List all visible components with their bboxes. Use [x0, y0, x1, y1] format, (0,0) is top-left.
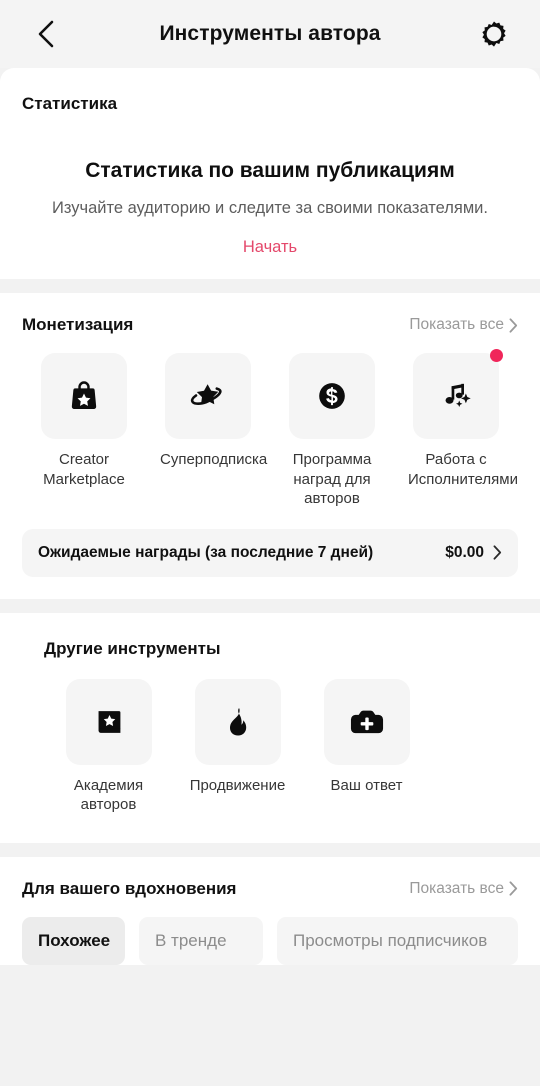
inspiration-tab-similar[interactable]: Похожее — [22, 916, 125, 965]
tile-label: Creator Marketplace — [43, 451, 125, 488]
tile-icon-box — [41, 353, 127, 440]
chevron-right-icon — [509, 881, 518, 896]
tile-icon-box — [194, 678, 281, 765]
music-note-sparkle-icon — [445, 384, 471, 408]
inspiration-tab-trending[interactable]: В тренде — [139, 916, 263, 965]
section-divider — [0, 279, 540, 294]
monetization-show-all-label: Показать все — [409, 316, 504, 334]
section-divider — [0, 598, 540, 613]
statistics-empty-subtitle: Изучайте аудиторию и следите за своими п… — [52, 199, 488, 218]
expected-rewards-label: Ожидаемые награды (за последние 7 дней) — [38, 543, 374, 561]
star-orbit-icon — [190, 384, 222, 406]
tile-icon-box — [323, 678, 410, 765]
expected-rewards-value: $0.00 — [445, 543, 484, 561]
inspiration-tab-follower-views[interactable]: Просмотры подписчиков — [277, 916, 518, 965]
chevron-right-icon — [509, 318, 518, 333]
statistics-card: Статистика Статистика по вашим публикаци… — [0, 68, 540, 280]
statistics-section-label: Статистика — [22, 94, 118, 113]
other-tools-tile-your-answer[interactable]: Ваш ответ — [302, 678, 431, 815]
chevron-left-icon — [38, 20, 54, 48]
monetization-tiles: Creator Marketplace Суперподписка Програ… — [22, 349, 518, 509]
tile-icon-box — [65, 678, 152, 765]
book-star-icon — [98, 710, 120, 733]
statistics-empty-state: Статистика по вашим публикациям Изучайте… — [22, 114, 518, 257]
tile-label: Продвижение — [189, 776, 286, 794]
inspiration-header: Для вашего вдохновения Показать все — [22, 879, 518, 899]
expected-rewards-row[interactable]: Ожидаемые награды (за последние 7 дней) … — [22, 528, 518, 577]
statistics-empty-title: Статистика по вашим публикациям — [85, 159, 455, 182]
page-title: Инструменты автора — [159, 22, 381, 45]
other-tools-tile-creator-academy[interactable]: Академия авторов — [44, 678, 173, 815]
tile-icon-box — [413, 349, 503, 440]
monetization-header: Монетизация Показать все — [22, 315, 518, 335]
statistics-start-link[interactable]: Начать — [22, 238, 518, 257]
chevron-right-icon — [493, 545, 502, 560]
other-tools-tile-promote[interactable]: Продвижение — [173, 678, 302, 815]
monetization-title: Монетизация — [22, 315, 134, 335]
tile-label: Работа с Исполнителями — [408, 451, 518, 488]
other-tools-title: Другие инструменты — [44, 638, 221, 658]
tile-label: Ваш ответ — [330, 776, 403, 794]
tile-label: Суперподписка — [160, 451, 268, 469]
shopping-bag-star-icon — [71, 381, 97, 410]
expected-rewards-value-group: $0.00 — [445, 544, 502, 562]
monetization-tile-work-with-artists[interactable]: Работа с Исполнителями — [394, 349, 518, 509]
monetization-tile-creator-marketplace[interactable]: Creator Marketplace — [22, 353, 146, 509]
tile-icon-box — [289, 353, 375, 440]
section-divider — [0, 842, 540, 857]
tile-icon-box — [165, 353, 251, 440]
other-tools-tiles: Академия авторов Продвижение Ваш ответ — [44, 678, 518, 815]
monetization-tile-super-subscription[interactable]: Суперподписка — [146, 353, 270, 509]
monetization-card: Монетизация Показать все Creator Marketp… — [0, 293, 540, 599]
tile-label: Программа наград для авторов — [292, 451, 372, 508]
app-header: Инструменты автора — [0, 0, 540, 68]
inspiration-tabs: Похожее В тренде Просмотры подписчиков — [22, 916, 518, 965]
monetization-show-all-button[interactable]: Показать все — [409, 316, 518, 334]
notification-badge-dot — [490, 349, 503, 363]
inspiration-title: Для вашего вдохновения — [22, 878, 237, 898]
inspiration-show-all-label: Показать все — [409, 879, 504, 897]
gear-icon — [482, 21, 506, 47]
settings-button[interactable] — [474, 14, 514, 54]
creator-tools-screen: Инструменты автора Статистика Статистика… — [0, 0, 540, 1086]
inspiration-show-all-button[interactable]: Показать все — [409, 880, 518, 898]
inspiration-card: Для вашего вдохновения Показать все Похо… — [0, 856, 540, 965]
camera-plus-icon — [350, 710, 383, 733]
tile-label: Академия авторов — [73, 776, 144, 814]
back-button[interactable] — [26, 14, 66, 54]
dollar-coin-icon — [319, 383, 345, 409]
other-tools-card: Другие инструменты Академия авторов Прод… — [0, 612, 540, 843]
flame-icon — [229, 708, 246, 736]
monetization-tile-rewards-program[interactable]: Программа наград для авторов — [270, 353, 394, 509]
